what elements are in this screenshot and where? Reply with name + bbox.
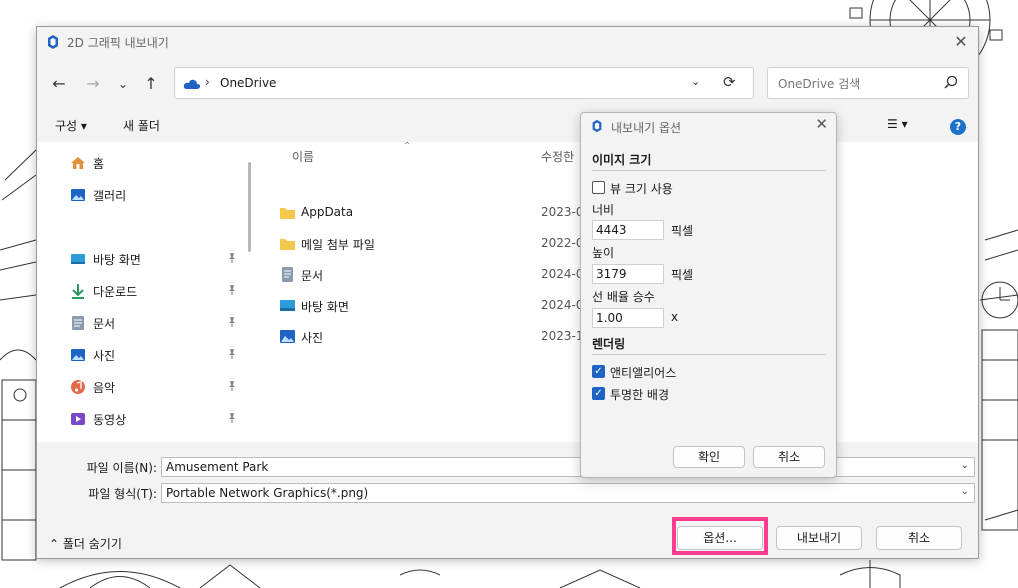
rendering-header: 렌더링 — [592, 337, 626, 351]
organize-button[interactable]: 구성 ▾ — [55, 117, 87, 134]
forward-arrow-icon[interactable]: → — [81, 67, 105, 101]
cancel-button[interactable]: 취소 — [876, 526, 962, 550]
refresh-icon[interactable]: ⟳ — [723, 73, 736, 91]
line-scale-input[interactable]: 1.00 — [592, 308, 664, 328]
options-dialog-title: 내보내기 옵션 — [611, 121, 682, 135]
section-divider — [592, 170, 826, 171]
recent-locations-icon[interactable]: ⌄ — [111, 67, 135, 101]
width-unit: 픽셀 — [671, 224, 694, 238]
title-bar: 2D 그래픽 내보내기 ✕ — [37, 27, 978, 57]
image-size-header: 이미지 크기 — [592, 153, 652, 167]
line-scale-unit: x — [671, 310, 679, 324]
width-label: 너비 — [592, 203, 615, 217]
onedrive-cloud-icon — [183, 79, 201, 89]
sidebar-item-pictures[interactable]: 사진 — [67, 344, 242, 366]
pin-icon[interactable] — [227, 348, 237, 360]
transparent-background-label: 투명한 배경 — [610, 388, 670, 402]
sort-up-icon: ⌃ — [403, 141, 412, 152]
pin-icon[interactable] — [227, 284, 237, 296]
search-icon[interactable] — [944, 75, 958, 89]
pictures-icon — [71, 349, 85, 361]
pictures-icon — [280, 330, 295, 343]
filetype-select[interactable]: Portable Network Graphics(*.png) ⌄ — [161, 483, 975, 503]
height-input[interactable]: 3179 — [592, 264, 664, 284]
section-divider — [592, 354, 826, 355]
pin-icon[interactable] — [227, 412, 237, 424]
up-arrow-icon[interactable]: ↑ — [139, 67, 163, 101]
video-icon — [71, 413, 85, 425]
address-bar[interactable]: › OneDrive ⌄ ⟳ — [174, 67, 754, 99]
filename-value[interactable]: Amusement Park — [166, 460, 268, 474]
home-icon — [71, 157, 85, 169]
search-box[interactable] — [767, 67, 969, 99]
width-input[interactable]: 4443 — [592, 220, 664, 240]
navigation-row: ← → ⌄ ↑ › OneDrive ⌄ ⟳ — [37, 67, 978, 101]
sidebar-item-downloads[interactable]: 다운로드 — [67, 280, 242, 302]
search-input[interactable] — [776, 74, 940, 94]
view-options-button[interactable]: ☰ ▾ — [887, 117, 908, 131]
options-button-highlight — [672, 517, 768, 555]
sidebar-item-gallery[interactable]: 갤러리 — [67, 184, 242, 206]
height-label: 높이 — [592, 246, 615, 260]
antialias-label: 앤티앨리어스 — [610, 366, 677, 380]
document-icon — [72, 316, 84, 330]
close-icon[interactable]: ✕ — [950, 31, 972, 53]
sidebar-scrollbar[interactable] — [248, 162, 251, 252]
desktop-icon — [280, 300, 295, 311]
music-icon — [71, 380, 85, 394]
pin-icon[interactable] — [227, 380, 237, 392]
filename-field[interactable]: Amusement Park ⌄ — [161, 457, 975, 477]
new-folder-button[interactable]: 새 폴더 — [123, 117, 160, 134]
document-icon — [282, 267, 293, 282]
export-2d-graphic-dialog: 2D 그래픽 내보내기 ✕ ← → ⌄ ↑ › OneDrive ⌄ ⟳ 구성 … — [36, 26, 979, 559]
use-view-size-label: 뷰 크기 사용 — [610, 182, 673, 196]
sidebar-item-music[interactable]: 음악 — [67, 376, 242, 398]
sidebar-item-documents[interactable]: 문서 — [67, 312, 242, 334]
desktop-icon — [71, 254, 85, 264]
export-options-dialog: 내보내기 옵션 ✕ 이미지 크기 뷰 크기 사용 너비 4443 픽셀 높이 3… — [580, 112, 837, 478]
navigation-sidebar: 홈 갤러리 바탕 화면 다운로드 문서 사진 음악 동영상 — [37, 142, 247, 442]
folder-icon — [280, 208, 295, 219]
pin-icon[interactable] — [227, 252, 237, 264]
chevron-down-icon[interactable]: ⌄ — [961, 486, 969, 497]
help-icon[interactable]: ? — [950, 119, 966, 135]
filename-label: 파일 이름(N): — [86, 461, 157, 475]
chevron-down-icon[interactable]: ⌄ — [961, 460, 969, 471]
options-cancel-button[interactable]: 취소 — [753, 446, 825, 468]
transparent-background-checkbox[interactable]: ✓ — [592, 387, 605, 400]
antialias-checkbox[interactable]: ✓ — [592, 365, 605, 378]
download-icon — [72, 284, 84, 299]
use-view-size-checkbox[interactable] — [592, 181, 605, 194]
column-header-modified[interactable]: 수정한 — [541, 148, 574, 165]
sidebar-item-desktop[interactable]: 바탕 화면 — [67, 248, 242, 270]
sidebar-item-videos[interactable]: 동영상 — [67, 408, 242, 430]
address-separator: › — [205, 75, 210, 89]
line-scale-label: 선 배율 승수 — [592, 290, 655, 304]
hide-folders-button[interactable]: ⌃ 폴더 숨기기 — [49, 535, 122, 552]
close-icon[interactable]: ✕ — [815, 115, 828, 133]
sketchup-logo-icon — [48, 35, 58, 49]
height-unit: 픽셀 — [671, 268, 694, 282]
filetype-value: Portable Network Graphics(*.png) — [166, 486, 369, 500]
sidebar-item-home[interactable]: 홈 — [67, 152, 242, 174]
filetype-label: 파일 형식(T): — [88, 487, 157, 501]
export-button[interactable]: 내보내기 — [776, 526, 862, 550]
gallery-icon — [71, 189, 85, 201]
pin-icon[interactable] — [227, 316, 237, 328]
dialog-title: 2D 그래픽 내보내기 — [67, 36, 169, 50]
ok-button[interactable]: 확인 — [673, 446, 745, 468]
chevron-down-icon[interactable]: ⌄ — [691, 75, 700, 88]
folder-icon — [280, 239, 295, 250]
address-text[interactable]: OneDrive — [220, 76, 276, 90]
column-header-name[interactable]: 이름 — [292, 148, 314, 165]
sketchup-logo-icon — [592, 119, 602, 133]
back-arrow-icon[interactable]: ← — [47, 67, 71, 101]
